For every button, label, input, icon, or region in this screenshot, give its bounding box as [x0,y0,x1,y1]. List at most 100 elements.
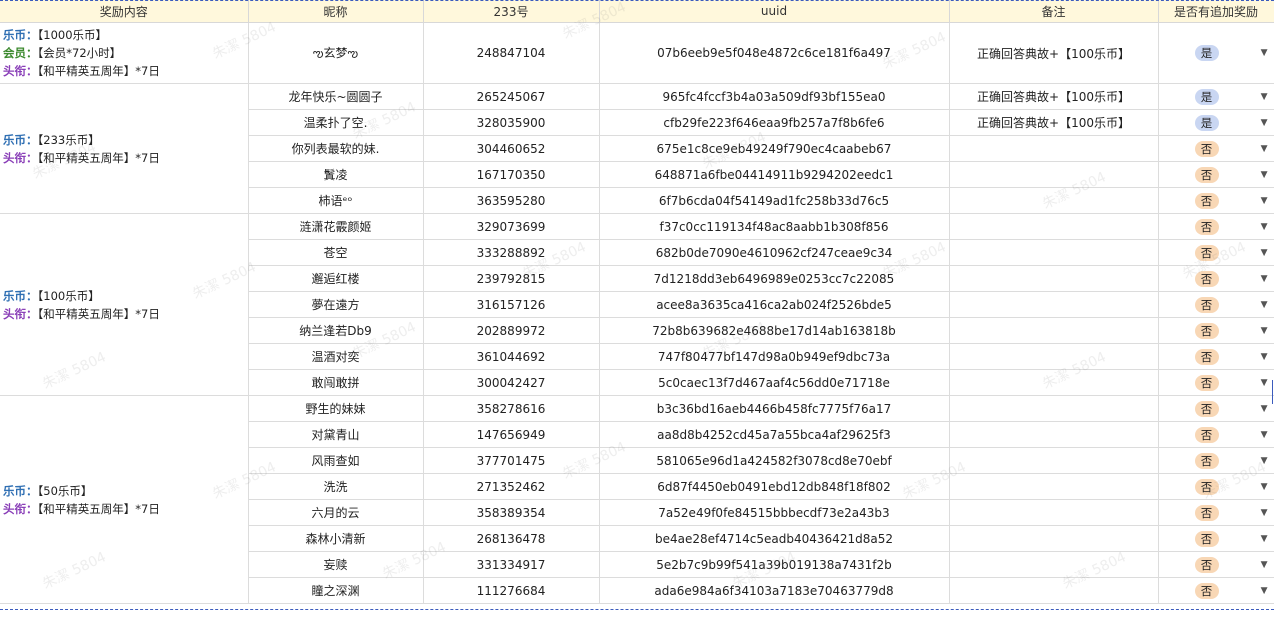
id-cell[interactable]: 268136478 [423,525,600,552]
nickname-cell[interactable]: 六月的云 [248,499,424,526]
nickname-cell[interactable]: 鬒凌 [248,161,424,188]
id-cell[interactable]: 329073699 [423,213,600,240]
chevron-down-icon[interactable]: ▼ [1261,508,1268,518]
chevron-down-icon[interactable]: ▼ [1261,326,1268,336]
uuid-cell[interactable]: aa8d8b4252cd45a7a55bca4af29625f3 [599,421,950,448]
chevron-down-icon[interactable]: ▼ [1261,404,1268,414]
nickname-cell[interactable]: 野生的妹妹 [248,395,424,422]
extra-reward-cell[interactable]: 否 ▼ [1158,395,1274,422]
id-cell[interactable]: 358278616 [423,395,600,422]
nickname-cell[interactable]: 瞳之深渊 [248,577,424,604]
header-reward[interactable]: 奖励内容 [0,0,249,23]
uuid-cell[interactable]: ada6e984a6f34103a7183e70463779d8 [599,577,950,604]
id-cell[interactable]: 316157126 [423,291,600,318]
note-cell[interactable] [949,265,1159,292]
nickname-cell[interactable]: 对黛青山 [248,421,424,448]
note-cell[interactable] [949,161,1159,188]
reward-cell[interactable]: 乐币：【50乐币】 头衔：【和平精英五周年】*7日 [0,395,249,604]
extra-reward-cell[interactable]: 是 ▼ [1158,83,1274,110]
header-nickname[interactable]: 昵称 [248,0,424,23]
extra-reward-cell[interactable]: 是 ▼ [1158,109,1274,136]
id-cell[interactable]: 248847104 [423,22,600,84]
chevron-down-icon[interactable]: ▼ [1261,248,1268,258]
id-cell[interactable]: 111276684 [423,577,600,604]
nickname-cell[interactable]: 洗洗 [248,473,424,500]
nickname-cell[interactable]: 你列表最软的妹. [248,135,424,162]
reward-cell[interactable]: 乐币：【100乐币】 头衔：【和平精英五周年】*7日 [0,213,249,396]
nickname-cell[interactable]: 妄赎 [248,551,424,578]
reward-cell[interactable]: 乐币：【1000乐币】 会员：【会员*72小时】 头衔：【和平精英五周年】*7日 [0,22,249,84]
note-cell[interactable] [949,369,1159,396]
uuid-cell[interactable]: be4ae28ef4714c5eadb40436421d8a52 [599,525,950,552]
uuid-cell[interactable]: 581065e96d1a424582f3078cd8e70ebf [599,447,950,474]
note-cell[interactable]: 正确回答典故+【100乐币】 [949,83,1159,110]
uuid-cell[interactable]: 965fc4fccf3b4a03a509df93bf155ea0 [599,83,950,110]
nickname-cell[interactable]: ఌ玄梦ఌ [248,22,424,84]
uuid-cell[interactable]: acee8a3635ca416ca2ab024f2526bde5 [599,291,950,318]
id-cell[interactable]: 358389354 [423,499,600,526]
note-cell[interactable] [949,395,1159,422]
uuid-cell[interactable]: b3c36bd16aeb4466b458fc7775f76a17 [599,395,950,422]
id-cell[interactable]: 265245067 [423,83,600,110]
nickname-cell[interactable]: 苍空 [248,239,424,266]
chevron-down-icon[interactable]: ▼ [1261,196,1268,206]
chevron-down-icon[interactable]: ▼ [1261,534,1268,544]
id-cell[interactable]: 202889972 [423,317,600,344]
nickname-cell[interactable]: 风雨查如 [248,447,424,474]
id-cell[interactable]: 300042427 [423,369,600,396]
uuid-cell[interactable]: 07b6eeb9e5f048e4872c6ce181f6a497 [599,22,950,84]
note-cell[interactable] [949,135,1159,162]
chevron-down-icon[interactable]: ▼ [1261,300,1268,310]
chevron-down-icon[interactable]: ▼ [1261,586,1268,596]
nickname-cell[interactable]: 纳兰逢若Db9 [248,317,424,344]
chevron-down-icon[interactable]: ▼ [1261,560,1268,570]
id-cell[interactable]: 271352462 [423,473,600,500]
note-cell[interactable] [949,525,1159,552]
header-uuid[interactable]: uuid [599,0,950,23]
nickname-cell[interactable]: 柿语ᵉᵒ [248,187,424,214]
uuid-cell[interactable]: 6d87f4450eb0491ebd12db848f18f802 [599,473,950,500]
uuid-cell[interactable]: 675e1c8ce9eb49249f790ec4caabeb67 [599,135,950,162]
extra-reward-cell[interactable]: 否 ▼ [1158,187,1274,214]
extra-reward-cell[interactable]: 否 ▼ [1158,291,1274,318]
extra-reward-cell[interactable]: 否 ▼ [1158,525,1274,552]
uuid-cell[interactable]: 5c0caec13f7d467aaf4c56dd0e71718e [599,369,950,396]
chevron-down-icon[interactable]: ▼ [1261,222,1268,232]
nickname-cell[interactable]: 敢闯敢拼 [248,369,424,396]
uuid-cell[interactable]: 7d1218dd3eb6496989e0253cc7c22085 [599,265,950,292]
header-note[interactable]: 备注 [949,0,1159,23]
reward-cell[interactable]: 乐币：【233乐币】 头衔：【和平精英五周年】*7日 [0,83,249,214]
note-cell[interactable] [949,317,1159,344]
chevron-down-icon[interactable]: ▼ [1261,352,1268,362]
extra-reward-cell[interactable]: 否 ▼ [1158,421,1274,448]
chevron-down-icon[interactable]: ▼ [1261,430,1268,440]
id-cell[interactable]: 304460652 [423,135,600,162]
extra-reward-cell[interactable]: 否 ▼ [1158,551,1274,578]
extra-reward-cell[interactable]: 否 ▼ [1158,265,1274,292]
extra-reward-cell[interactable]: 是 ▼ [1158,22,1274,84]
chevron-down-icon[interactable]: ▼ [1261,482,1268,492]
extra-reward-cell[interactable]: 否 ▼ [1158,499,1274,526]
nickname-cell[interactable]: 夢在遠方 [248,291,424,318]
uuid-cell[interactable]: 5e2b7c9b99f541a39b019138a7431f2b [599,551,950,578]
note-cell[interactable] [949,239,1159,266]
chevron-down-icon[interactable]: ▼ [1261,144,1268,154]
note-cell[interactable]: 正确回答典故+【100乐币】 [949,109,1159,136]
uuid-cell[interactable]: f37c0cc119134f48ac8aabb1b308f856 [599,213,950,240]
note-cell[interactable] [949,421,1159,448]
id-cell[interactable]: 328035900 [423,109,600,136]
uuid-cell[interactable]: 6f7b6cda04f54149ad1fc258b33d76c5 [599,187,950,214]
note-cell[interactable] [949,343,1159,370]
chevron-down-icon[interactable]: ▼ [1261,274,1268,284]
chevron-down-icon[interactable]: ▼ [1261,92,1268,102]
note-cell[interactable] [949,551,1159,578]
extra-reward-cell[interactable]: 否 ▼ [1158,369,1274,396]
chevron-down-icon[interactable]: ▼ [1261,170,1268,180]
extra-reward-cell[interactable]: 否 ▼ [1158,213,1274,240]
uuid-cell[interactable]: 72b8b639682e4688be17d14ab163818b [599,317,950,344]
uuid-cell[interactable]: 682b0de7090e4610962cf247ceae9c34 [599,239,950,266]
uuid-cell[interactable]: 7a52e49f0fe84515bbbecdf73e2a43b3 [599,499,950,526]
extra-reward-cell[interactable]: 否 ▼ [1158,447,1274,474]
id-cell[interactable]: 147656949 [423,421,600,448]
extra-reward-cell[interactable]: 否 ▼ [1158,317,1274,344]
